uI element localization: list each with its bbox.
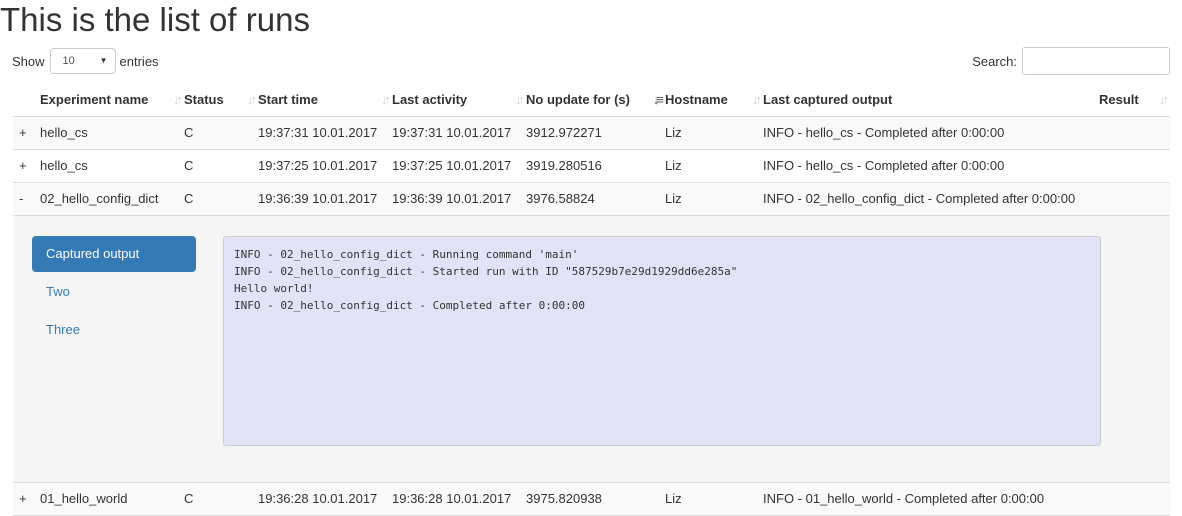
- header-status[interactable]: Status ↓↑: [184, 83, 258, 117]
- header-result-label: Result: [1099, 91, 1139, 107]
- header-last-output-label: Last captured output: [763, 91, 893, 107]
- header-experiment-name-label: Experiment name: [40, 91, 149, 107]
- sort-icon[interactable]: ↓↑: [515, 92, 525, 107]
- expand-toggle[interactable]: +: [13, 149, 40, 183]
- cell-no-update: 3912.972271: [526, 116, 665, 150]
- cell-last-activity: 19:36:39 10.01.2017: [392, 182, 526, 216]
- table-header-row: Experiment name ↓↑ Status ↓↑ Start time …: [13, 83, 1170, 117]
- cell-last-output: INFO - 01_hello_world - Completed after …: [763, 482, 1099, 516]
- sort-icon[interactable]: ↓↑: [173, 92, 183, 107]
- expand-toggle[interactable]: +: [13, 116, 40, 150]
- entries-select-value: 10: [62, 55, 75, 67]
- header-status-label: Status: [184, 91, 224, 107]
- search-control: Search:: [972, 47, 1170, 75]
- detail-tabs: Captured output Two Three: [32, 235, 196, 350]
- cell-start-time: 19:36:39 10.01.2017: [258, 182, 392, 216]
- cell-result: [1099, 116, 1170, 150]
- cell-status: C: [184, 182, 258, 216]
- search-input[interactable]: [1022, 47, 1170, 75]
- cell-experiment-name: 02_hello_config_dict: [40, 182, 184, 216]
- header-hostname-label: Hostname: [665, 91, 728, 107]
- page-title: This is the list of runs: [0, 1, 310, 38]
- entries-length-control: Show 10 ▼ entries: [12, 47, 159, 75]
- sort-desc-icon[interactable]: ↓≡: [653, 92, 664, 107]
- tab-two[interactable]: Two: [32, 274, 196, 310]
- entries-select[interactable]: 10 ▼: [49, 48, 116, 74]
- caret-down-icon: ▼: [99, 56, 108, 65]
- cell-experiment-name: hello_cs: [40, 116, 184, 150]
- table-row[interactable]: - 02_hello_config_dict C 19:36:39 10.01.…: [13, 182, 1170, 216]
- cell-status: C: [184, 149, 258, 183]
- cell-status: C: [184, 482, 258, 516]
- header-result[interactable]: Result ↓↑: [1099, 83, 1170, 117]
- run-detail-panel: Captured output Two Three INFO - 02_hell…: [13, 215, 1170, 483]
- cell-last-output: INFO - hello_cs - Completed after 0:00:0…: [763, 116, 1099, 150]
- cell-result: [1099, 182, 1170, 216]
- cell-start-time: 19:36:28 10.01.2017: [258, 482, 392, 516]
- tab-three[interactable]: Three: [32, 312, 196, 348]
- cell-last-output: INFO - 02_hello_config_dict - Completed …: [763, 182, 1099, 216]
- cell-last-output: INFO - hello_cs - Completed after 0:00:0…: [763, 149, 1099, 183]
- table-row[interactable]: + hello_cs C 19:37:25 10.01.2017 19:37:2…: [13, 149, 1170, 183]
- header-last-output[interactable]: Last captured output: [763, 83, 1099, 117]
- header-start-time[interactable]: Start time ↓↑: [258, 83, 392, 117]
- cell-last-activity: 19:37:31 10.01.2017: [392, 116, 526, 150]
- cell-last-activity: 19:36:28 10.01.2017: [392, 482, 526, 516]
- header-hostname[interactable]: Hostname ↓↑: [665, 83, 763, 117]
- header-toggle: [13, 83, 40, 117]
- cell-experiment-name: hello_cs: [40, 149, 184, 183]
- cell-hostname: Liz: [665, 116, 763, 150]
- cell-hostname: Liz: [665, 149, 763, 183]
- cell-last-activity: 19:37:25 10.01.2017: [392, 149, 526, 183]
- header-experiment-name[interactable]: Experiment name ↓↑: [40, 83, 184, 117]
- cell-start-time: 19:37:25 10.01.2017: [258, 149, 392, 183]
- runs-table: Experiment name ↓↑ Status ↓↑ Start time …: [13, 83, 1170, 516]
- cell-result: [1099, 149, 1170, 183]
- show-label: Show: [12, 53, 45, 69]
- sort-icon[interactable]: ↓↑: [752, 92, 762, 107]
- header-no-update[interactable]: No update for (s) ↓≡: [526, 83, 665, 117]
- header-last-activity-label: Last activity: [392, 91, 468, 107]
- header-last-activity[interactable]: Last activity ↓↑: [392, 83, 526, 117]
- cell-no-update: 3919.280516: [526, 149, 665, 183]
- expand-toggle[interactable]: +: [13, 482, 40, 516]
- header-no-update-label: No update for (s): [526, 91, 630, 107]
- sort-icon[interactable]: ↓↑: [1159, 92, 1169, 107]
- cell-hostname: Liz: [665, 482, 763, 516]
- cell-start-time: 19:37:31 10.01.2017: [258, 116, 392, 150]
- table-row[interactable]: + hello_cs C 19:37:31 10.01.2017 19:37:3…: [13, 116, 1170, 150]
- collapse-toggle[interactable]: -: [13, 182, 40, 216]
- sort-icon[interactable]: ↓↑: [247, 92, 257, 107]
- run-detail-row: Captured output Two Three INFO - 02_hell…: [13, 215, 1170, 483]
- cell-no-update: 3975.820938: [526, 482, 665, 516]
- cell-experiment-name: 01_hello_world: [40, 482, 184, 516]
- sort-icon[interactable]: ↓↑: [381, 92, 391, 107]
- search-label: Search:: [972, 53, 1017, 69]
- cell-status: C: [184, 116, 258, 150]
- captured-output-box: INFO - 02_hello_config_dict - Running co…: [223, 235, 1101, 446]
- entries-label: entries: [119, 53, 159, 69]
- cell-result: [1099, 482, 1170, 516]
- tab-captured-output[interactable]: Captured output: [32, 235, 196, 272]
- header-start-time-label: Start time: [258, 91, 318, 107]
- table-row[interactable]: + 01_hello_world C 19:36:28 10.01.2017 1…: [13, 482, 1170, 516]
- cell-no-update: 3976.58824: [526, 182, 665, 216]
- cell-hostname: Liz: [665, 182, 763, 216]
